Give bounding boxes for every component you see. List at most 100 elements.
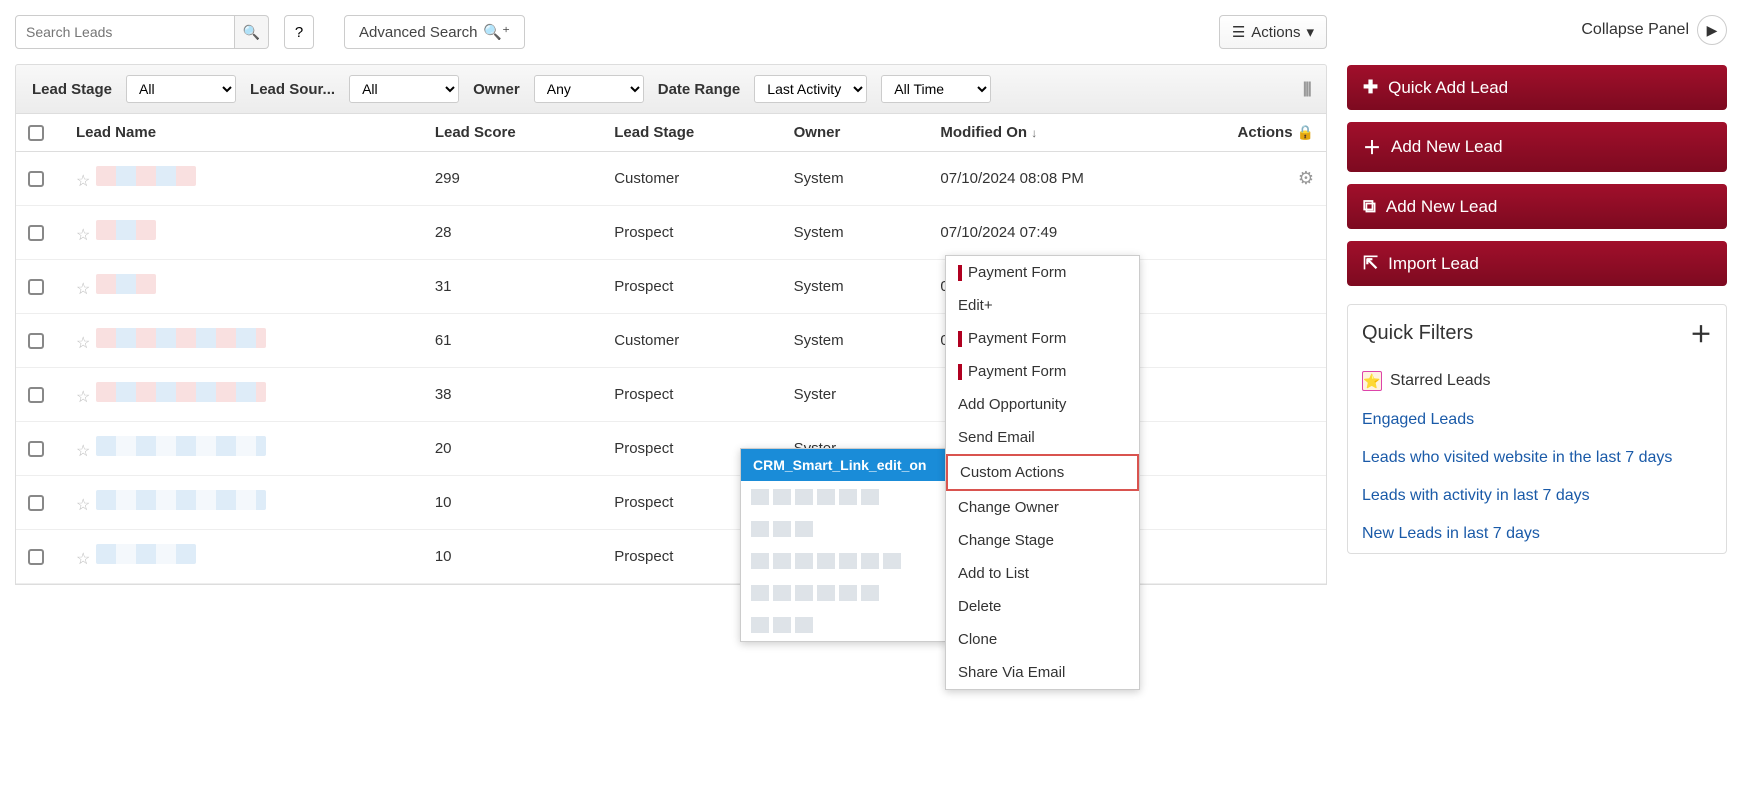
quick-filter-item[interactable]: Leads with activity in last 7 days	[1348, 477, 1726, 515]
collapse-label: Collapse Panel	[1581, 21, 1689, 39]
row-checkbox[interactable]	[28, 171, 44, 187]
table-row[interactable]: ☆ 299 Customer System 07/10/2024 08:08 P…	[16, 152, 1326, 206]
star-icon[interactable]: ☆	[76, 227, 90, 244]
star-icon[interactable]: ☆	[76, 389, 90, 406]
search-button[interactable]: 🔍	[235, 15, 269, 49]
lead-stage-select[interactable]: All	[126, 75, 236, 103]
header-actions: Actions 🔒	[1234, 124, 1314, 141]
menu-item-label: Custom Actions	[960, 464, 1064, 481]
header-owner[interactable]: Owner	[794, 124, 941, 141]
gear-icon[interactable]: ⚙	[1298, 168, 1314, 189]
row-checkbox[interactable]	[28, 279, 44, 295]
cell-score: 61	[435, 332, 614, 349]
cell-score: 28	[435, 224, 614, 241]
menu-item[interactable]: Delete	[946, 590, 1139, 623]
star-icon[interactable]: ☆	[76, 551, 90, 568]
sidebar-action-button[interactable]: ⇱ Import Lead	[1347, 241, 1727, 286]
header-stage[interactable]: Lead Stage	[614, 124, 793, 141]
menu-item[interactable]: Change Owner	[946, 491, 1139, 524]
owner-label: Owner	[473, 81, 520, 98]
indicator-bar-icon	[958, 331, 962, 347]
submenu-selected-item[interactable]: CRM_Smart_Link_edit_on	[741, 449, 947, 481]
actions-label: Actions	[1251, 24, 1300, 41]
columns-icon[interactable]: |||	[1303, 80, 1310, 98]
cell-score: 31	[435, 278, 614, 295]
sidebar-action-button[interactable]: ⧉ Add New Lead	[1347, 184, 1727, 229]
star-icon[interactable]: ☆	[76, 497, 90, 514]
advanced-search-button[interactable]: Advanced Search 🔍⁺	[344, 15, 525, 49]
menu-item-label: Add to List	[958, 565, 1029, 582]
lead-name-redacted	[96, 220, 156, 240]
row-checkbox[interactable]	[28, 441, 44, 457]
date-range-select[interactable]: Last Activity	[754, 75, 867, 103]
row-checkbox[interactable]	[28, 495, 44, 511]
collapse-panel-button[interactable]: Collapse Panel ▶	[1347, 15, 1727, 45]
lead-source-select[interactable]: All	[349, 75, 459, 103]
menu-item[interactable]: Add to List	[946, 557, 1139, 590]
actions-dropdown[interactable]: ☰ Actions ▾	[1219, 15, 1327, 49]
select-all-checkbox[interactable]	[28, 125, 44, 141]
menu-item-label: Share Via Email	[958, 664, 1065, 681]
header-name[interactable]: Lead Name	[68, 124, 435, 141]
cell-owner: System	[794, 332, 941, 349]
menu-item[interactable]: Payment Form	[946, 256, 1139, 289]
quick-filter-item[interactable]: New Leads in last 7 days	[1348, 515, 1726, 553]
cell-owner: System	[794, 224, 941, 241]
quick-filter-item[interactable]: Engaged Leads	[1348, 401, 1726, 439]
submenu-item[interactable]	[741, 609, 947, 641]
cell-stage: Prospect	[614, 224, 793, 241]
menu-item[interactable]: Custom Actions	[946, 454, 1139, 491]
quick-filters-header: Quick Filters ＋	[1348, 305, 1726, 361]
search-input[interactable]	[15, 15, 235, 49]
quick-filter-item[interactable]: ⭐ Starred Leads	[1348, 361, 1726, 401]
table-row[interactable]: ☆ 28 Prospect System 07/10/2024 07:49	[16, 206, 1326, 260]
menu-item-label: Send Email	[958, 429, 1035, 446]
menu-item[interactable]: Payment Form	[946, 322, 1139, 355]
star-icon[interactable]: ☆	[76, 443, 90, 460]
menu-item[interactable]: Add Opportunity	[946, 388, 1139, 421]
cell-score: 10	[435, 548, 614, 565]
menu-item[interactable]: Send Email	[946, 421, 1139, 454]
quick-filters-title: Quick Filters	[1362, 322, 1473, 345]
sidebar-action-button[interactable]: ＋ Add New Lead	[1347, 122, 1727, 172]
star-badge-icon: ⭐	[1362, 371, 1382, 391]
time-select[interactable]: All Time	[881, 75, 991, 103]
help-button[interactable]: ?	[284, 15, 314, 49]
submenu-item[interactable]	[741, 481, 947, 513]
submenu-item[interactable]	[741, 577, 947, 609]
menu-item-label: Payment Form	[968, 363, 1066, 380]
cell-modified: 07/10/2024 07:49	[940, 224, 1234, 241]
header-modified[interactable]: Modified On ↓	[940, 124, 1234, 141]
cell-owner: System	[794, 278, 941, 295]
filter-label: Leads who visited website in the last 7 …	[1362, 449, 1672, 467]
sort-desc-icon: ↓	[1031, 126, 1037, 140]
filter-label: New Leads in last 7 days	[1362, 525, 1540, 543]
date-range-label: Date Range	[658, 81, 741, 98]
submenu-item[interactable]	[741, 513, 947, 545]
header-score[interactable]: Lead Score	[435, 124, 614, 141]
filter-label: Leads with activity in last 7 days	[1362, 487, 1590, 505]
owner-select[interactable]: Any	[534, 75, 644, 103]
row-checkbox[interactable]	[28, 333, 44, 349]
quick-filter-item[interactable]: Leads who visited website in the last 7 …	[1348, 439, 1726, 477]
menu-item[interactable]: Edit+	[946, 289, 1139, 322]
chevron-right-icon: ▶	[1697, 15, 1727, 45]
sidebar-action-button[interactable]: ✚ Quick Add Lead	[1347, 65, 1727, 110]
row-checkbox[interactable]	[28, 549, 44, 565]
menu-item[interactable]: Change Stage	[946, 524, 1139, 557]
star-icon[interactable]: ☆	[76, 173, 90, 190]
star-icon[interactable]: ☆	[76, 281, 90, 298]
button-label: Add New Lead	[1386, 197, 1498, 217]
menu-item-label: Delete	[958, 598, 1001, 615]
star-icon[interactable]: ☆	[76, 335, 90, 352]
menu-item[interactable]: Payment Form	[946, 355, 1139, 388]
menu-item-label: Change Stage	[958, 532, 1054, 549]
row-checkbox[interactable]	[28, 225, 44, 241]
lead-name-redacted	[96, 166, 196, 186]
menu-item[interactable]: Clone	[946, 623, 1139, 656]
row-checkbox[interactable]	[28, 387, 44, 403]
menu-item[interactable]: Share Via Email	[946, 656, 1139, 689]
filter-label: Starred Leads	[1390, 372, 1491, 390]
add-filter-button[interactable]: ＋	[1690, 317, 1712, 349]
submenu-item[interactable]	[741, 545, 947, 577]
